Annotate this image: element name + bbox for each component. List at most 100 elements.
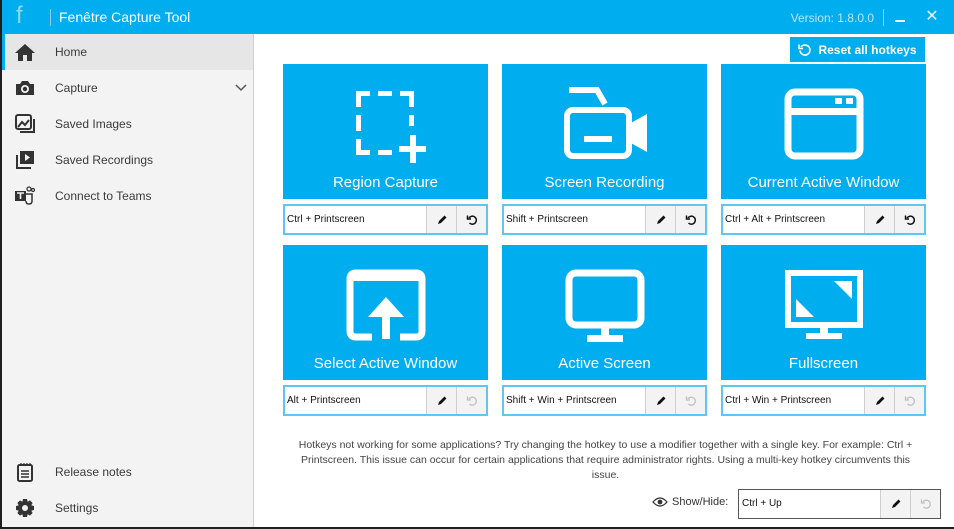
edit-hotkey-button[interactable] — [426, 387, 456, 414]
hotkey-value[interactable]: Alt + Printscreen — [285, 387, 426, 414]
version-divider — [883, 9, 884, 26]
monitor-icon — [565, 269, 644, 342]
sidebar-item-settings[interactable]: Settings — [2, 490, 253, 526]
pencil-icon — [891, 499, 900, 508]
pencil-icon — [656, 215, 665, 224]
tile-label: Current Active Window — [747, 174, 900, 191]
sidebar: Home Capture Saved Images Saved Recordin… — [2, 34, 254, 527]
tile-label: Screen Recording — [544, 174, 665, 191]
main-panel: Reset all hotkeys Region Capture Ctrl + … — [255, 34, 954, 527]
app-logo: f — [16, 2, 23, 29]
hotkey-value[interactable]: Ctrl + Printscreen — [285, 206, 426, 233]
reset-hotkey-button — [910, 490, 940, 518]
undo-icon — [904, 214, 915, 225]
edit-hotkey-button[interactable] — [426, 206, 456, 233]
hotkey-field-select-active-window[interactable]: Alt + Printscreen — [283, 385, 488, 416]
hotkey-value[interactable]: Ctrl + Up — [739, 490, 880, 518]
sidebar-item-saved-recordings[interactable]: Saved Recordings — [2, 142, 253, 178]
reset-hotkey-button[interactable] — [456, 206, 486, 233]
app-title: Fenêtre Capture Tool — [59, 9, 191, 25]
recordings-icon — [16, 151, 34, 169]
reset-hotkey-button — [675, 387, 705, 414]
tile-current-active-window[interactable]: Current Active Window — [721, 64, 926, 199]
window-icon — [784, 88, 863, 160]
sidebar-item-label: Release notes — [55, 465, 132, 479]
hotkey-value[interactable]: Shift + Printscreen — [504, 206, 645, 233]
reset-all-hotkeys-button[interactable]: Reset all hotkeys — [790, 37, 925, 62]
minimize-button[interactable] — [890, 8, 910, 26]
hotkey-field-region-capture[interactable]: Ctrl + Printscreen — [283, 204, 488, 235]
sidebar-item-home[interactable]: Home — [2, 34, 253, 70]
tile-label: Region Capture — [332, 174, 439, 191]
sidebar-item-capture[interactable]: Capture — [2, 70, 253, 106]
video-camera-icon — [563, 87, 647, 159]
sidebar-item-label: Saved Images — [55, 117, 132, 131]
sidebar-item-label: Capture — [55, 81, 98, 95]
reset-hotkey-button[interactable] — [675, 206, 705, 233]
sidebar-item-label: Home — [55, 45, 88, 59]
undo-icon — [904, 396, 915, 406]
home-icon — [15, 44, 35, 61]
sidebar-item-connect-teams[interactable]: Connect to Teams — [2, 178, 253, 214]
reset-hotkey-button — [894, 387, 924, 414]
edit-hotkey-button[interactable] — [645, 387, 675, 414]
show-hide-label-group: Show/Hide: — [652, 496, 728, 508]
edit-hotkey-button[interactable] — [864, 387, 894, 414]
edit-hotkey-button[interactable] — [645, 206, 675, 233]
undo-icon — [920, 499, 931, 509]
tile-label: Active Screen — [558, 355, 651, 372]
sidebar-item-label: Saved Recordings — [55, 153, 154, 167]
pencil-icon — [437, 215, 446, 224]
images-icon — [15, 114, 35, 133]
undo-icon — [466, 214, 477, 225]
undo-icon — [466, 396, 477, 406]
title-divider — [50, 9, 51, 26]
tile-select-active-window[interactable]: Select Active Window — [283, 245, 488, 380]
tile-fullscreen[interactable]: Fullscreen — [721, 245, 926, 380]
close-button[interactable]: ✕ — [922, 6, 942, 26]
sidebar-item-saved-images[interactable]: Saved Images — [2, 106, 253, 142]
region-capture-icon — [355, 91, 426, 163]
tile-screen-recording[interactable]: Screen Recording — [502, 64, 707, 199]
hotkey-field-current-active-window[interactable]: Ctrl + Alt + Printscreen — [721, 204, 926, 235]
pencil-icon — [875, 396, 884, 405]
teams-icon — [15, 186, 36, 205]
hotkey-value[interactable]: Ctrl + Win + Printscreen — [723, 387, 864, 414]
edit-hotkey-button[interactable] — [880, 490, 910, 518]
sidebar-item-label: Settings — [55, 501, 99, 515]
hotkey-value[interactable]: Shift + Win + Printscreen — [504, 387, 645, 414]
undo-icon — [685, 214, 696, 225]
hotkey-field-screen-recording[interactable]: Shift + Printscreen — [502, 204, 707, 235]
pencil-icon — [875, 215, 884, 224]
gear-icon — [16, 499, 34, 517]
hotkey-field-active-screen[interactable]: Shift + Win + Printscreen — [502, 385, 707, 416]
hotkey-field-fullscreen[interactable]: Ctrl + Win + Printscreen — [721, 385, 926, 416]
reset-icon — [798, 43, 812, 56]
tile-label: Fullscreen — [788, 355, 859, 372]
tile-region-capture[interactable]: Region Capture — [283, 64, 488, 199]
eye-icon — [652, 497, 668, 507]
pencil-icon — [656, 396, 665, 405]
edit-hotkey-button[interactable] — [864, 206, 894, 233]
camera-icon — [16, 81, 34, 95]
tile-label: Select Active Window — [313, 355, 458, 372]
version-label: Version: 1.8.0.0 — [790, 11, 874, 25]
undo-icon — [685, 396, 696, 406]
tile-active-screen[interactable]: Active Screen — [502, 245, 707, 380]
hotkey-field-show-hide[interactable]: Ctrl + Up — [738, 489, 941, 519]
title-bar[interactable]: f Fenêtre Capture Tool Version: 1.8.0.0 … — [2, 0, 954, 34]
pencil-icon — [437, 396, 446, 405]
fullscreen-monitor-icon — [784, 270, 863, 339]
reset-all-hotkeys-label: Reset all hotkeys — [818, 42, 917, 57]
hotkey-value[interactable]: Ctrl + Alt + Printscreen — [723, 206, 864, 233]
reset-hotkey-button — [456, 387, 486, 414]
select-window-icon — [346, 269, 425, 341]
sidebar-item-release-notes[interactable]: Release notes — [2, 454, 253, 490]
app-window: f Fenêtre Capture Tool Version: 1.8.0.0 … — [0, 0, 954, 529]
reset-hotkey-button[interactable] — [894, 206, 924, 233]
notepad-icon — [17, 463, 33, 482]
hotkey-help-note: Hotkeys not working for some application… — [298, 439, 913, 481]
sidebar-item-label: Connect to Teams — [55, 189, 152, 203]
chevron-down-icon[interactable] — [235, 82, 247, 92]
show-hide-label: Show/Hide: — [672, 496, 729, 508]
